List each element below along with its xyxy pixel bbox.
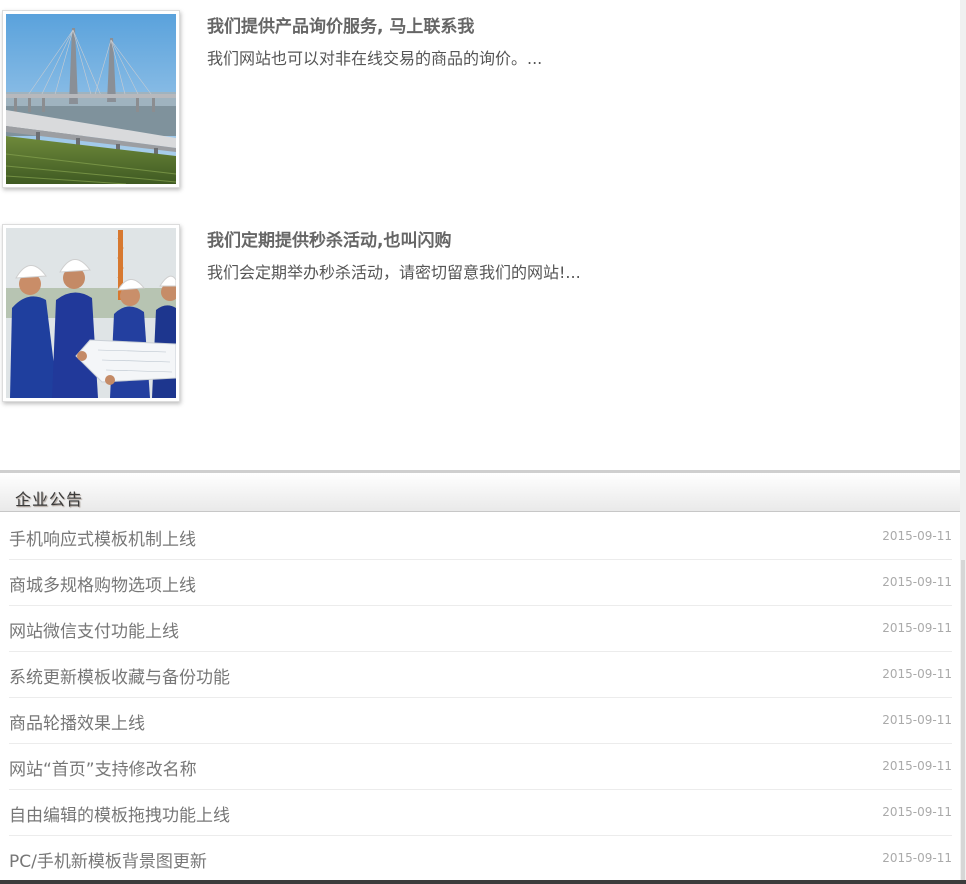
- workers-photo-icon: [6, 228, 176, 398]
- notice-list: 手机响应式模板机制上线 2015-09-11 商城多规格购物选项上线 2015-…: [9, 514, 952, 881]
- notice-date: 2015-09-11: [882, 851, 952, 865]
- notice-date: 2015-09-11: [882, 805, 952, 819]
- notice-date: 2015-09-11: [882, 667, 952, 681]
- notice-date: 2015-09-11: [882, 529, 952, 543]
- notice-date: 2015-09-11: [882, 759, 952, 773]
- news-thumbnail[interactable]: [2, 224, 180, 402]
- notice-date: 2015-09-11: [882, 575, 952, 589]
- notice-date: 2015-09-11: [882, 621, 952, 635]
- news-description: 我们网站也可以对非在线交易的商品的询价。...: [207, 49, 543, 68]
- news-item[interactable]: 我们定期提供秒杀活动,也叫闪购 我们会定期举办秒杀活动，请密切留意我们的网站!.…: [0, 222, 960, 402]
- notice-link[interactable]: 商品轮播效果上线: [9, 709, 145, 734]
- bottom-divider: [0, 880, 966, 884]
- news-title[interactable]: 我们定期提供秒杀活动,也叫闪购: [207, 226, 451, 251]
- notice-header: 企业公告: [0, 470, 960, 512]
- news-item[interactable]: 我们提供产品询价服务, 马上联系我 我们网站也可以对非在线交易的商品的询价。..…: [0, 8, 960, 188]
- notice-link[interactable]: 网站微信支付功能上线: [9, 617, 179, 642]
- notice-item[interactable]: 自由编辑的模板拖拽功能上线 2015-09-11: [9, 790, 952, 836]
- news-title[interactable]: 我们提供产品询价服务, 马上联系我: [207, 12, 474, 37]
- notice-item[interactable]: 商品轮播效果上线 2015-09-11: [9, 698, 952, 744]
- bridge-photo-icon: [6, 14, 176, 184]
- news-description: 我们会定期举办秒杀活动，请密切留意我们的网站!...: [207, 263, 581, 282]
- notice-item[interactable]: 网站微信支付功能上线 2015-09-11: [9, 606, 952, 652]
- notice-item[interactable]: 手机响应式模板机制上线 2015-09-11: [9, 514, 952, 560]
- notice-link[interactable]: 网站“首页”支持修改名称: [9, 755, 197, 780]
- notice-link[interactable]: PC/手机新模板背景图更新: [9, 847, 207, 872]
- notice-link[interactable]: 系统更新模板收藏与备份功能: [9, 663, 230, 688]
- notice-item[interactable]: 网站“首页”支持修改名称 2015-09-11: [9, 744, 952, 790]
- notice-item[interactable]: 系统更新模板收藏与备份功能 2015-09-11: [9, 652, 952, 698]
- notice-item[interactable]: PC/手机新模板背景图更新 2015-09-11: [9, 836, 952, 881]
- notice-link[interactable]: 商城多规格购物选项上线: [9, 571, 196, 596]
- notice-link[interactable]: 手机响应式模板机制上线: [9, 525, 196, 550]
- scrollbar-thumb[interactable]: [961, 560, 965, 884]
- notice-link[interactable]: 自由编辑的模板拖拽功能上线: [9, 801, 230, 826]
- notice-item[interactable]: 商城多规格购物选项上线 2015-09-11: [9, 560, 952, 606]
- notice-date: 2015-09-11: [882, 713, 952, 727]
- notice-section: 企业公告 手机响应式模板机制上线 2015-09-11 商城多规格购物选项上线 …: [0, 470, 960, 884]
- scrollbar-track[interactable]: [960, 0, 966, 884]
- notice-title: 企业公告: [15, 490, 84, 509]
- news-thumbnail[interactable]: [2, 10, 180, 188]
- page: 我们提供产品询价服务, 马上联系我 我们网站也可以对非在线交易的商品的询价。..…: [0, 0, 960, 884]
